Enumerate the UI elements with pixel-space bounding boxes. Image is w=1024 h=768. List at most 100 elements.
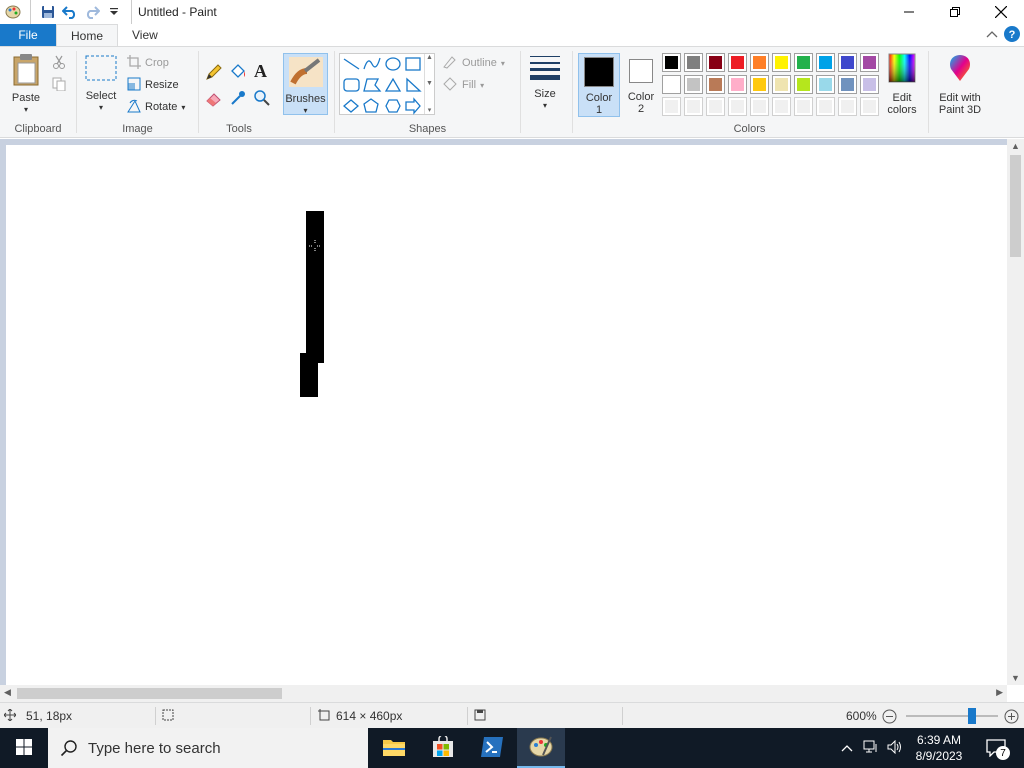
resize-button[interactable]: Resize bbox=[127, 75, 179, 95]
custom-color-slot[interactable] bbox=[750, 97, 769, 116]
text-tool-icon[interactable]: A bbox=[254, 61, 267, 82]
palette-swatch[interactable] bbox=[794, 53, 813, 72]
restore-button[interactable] bbox=[932, 0, 978, 24]
palette-swatch[interactable] bbox=[772, 53, 791, 72]
hexagon-shape-icon[interactable] bbox=[385, 99, 401, 113]
horizontal-scroll-thumb[interactable] bbox=[17, 688, 282, 699]
custom-color-slot[interactable] bbox=[728, 97, 747, 116]
tab-view[interactable]: View bbox=[118, 24, 172, 46]
edit-colors-button[interactable]: Edit colors bbox=[884, 53, 920, 116]
copy-icon[interactable] bbox=[52, 77, 66, 94]
custom-color-slot[interactable] bbox=[816, 97, 835, 116]
volume-control[interactable] bbox=[884, 728, 906, 768]
palette-swatch[interactable] bbox=[860, 75, 879, 94]
color1-button[interactable]: Color 1 bbox=[578, 53, 620, 117]
palette-swatch[interactable] bbox=[816, 75, 835, 94]
vertical-scroll-thumb[interactable] bbox=[1010, 155, 1021, 257]
customize-qat-icon[interactable] bbox=[103, 0, 125, 24]
custom-color-slot[interactable] bbox=[838, 97, 857, 116]
start-button[interactable] bbox=[0, 728, 48, 768]
palette-swatch[interactable] bbox=[662, 75, 681, 94]
redo-icon[interactable] bbox=[81, 0, 103, 24]
horizontal-scrollbar[interactable]: ◀ ▶ bbox=[0, 685, 1007, 702]
paste-button[interactable]: Paste ▾ bbox=[6, 53, 46, 117]
color-picker-icon[interactable] bbox=[229, 89, 247, 110]
edit-with-paint3d-button[interactable]: Edit with Paint 3D bbox=[932, 53, 988, 116]
scroll-left-icon[interactable]: ◀ bbox=[4, 687, 11, 698]
eraser-icon[interactable] bbox=[205, 89, 223, 110]
curve-shape-icon[interactable] bbox=[363, 57, 381, 70]
diamond-shape-icon[interactable] bbox=[343, 99, 359, 113]
taskbar-paint[interactable] bbox=[517, 728, 565, 768]
line-shape-icon[interactable] bbox=[343, 58, 360, 70]
scroll-down-icon[interactable]: ▼ bbox=[1011, 673, 1020, 683]
outline-button[interactable]: Outline ▾ bbox=[442, 53, 505, 73]
palette-swatch[interactable] bbox=[662, 53, 681, 72]
custom-color-slot[interactable] bbox=[772, 97, 791, 116]
zoom-slider-track[interactable] bbox=[906, 708, 998, 724]
color2-button[interactable]: Color 2 bbox=[623, 53, 659, 117]
drawing-canvas[interactable] bbox=[6, 145, 1007, 685]
triangle-shape-icon[interactable] bbox=[384, 77, 402, 92]
collapse-ribbon-icon[interactable] bbox=[986, 29, 998, 39]
save-icon[interactable] bbox=[37, 0, 59, 24]
tab-home[interactable]: Home bbox=[56, 24, 119, 46]
custom-color-slot[interactable] bbox=[860, 97, 879, 116]
taskbar-file-explorer[interactable] bbox=[370, 728, 418, 768]
oval-shape-icon[interactable] bbox=[385, 57, 401, 71]
palette-swatch[interactable] bbox=[750, 53, 769, 72]
palette-swatch[interactable] bbox=[728, 75, 747, 94]
undo-icon[interactable] bbox=[59, 0, 81, 24]
palette-swatch[interactable] bbox=[684, 53, 703, 72]
select-button[interactable]: Select ▾ bbox=[83, 55, 119, 114]
fill-button[interactable]: Fill ▾ bbox=[442, 75, 484, 95]
paint-app-icon[interactable] bbox=[2, 0, 24, 24]
right-triangle-shape-icon[interactable] bbox=[406, 77, 422, 92]
vertical-scrollbar[interactable]: ▲ ▼ bbox=[1007, 139, 1024, 685]
shapes-scroll-down-icon[interactable]: ▼ bbox=[426, 80, 433, 87]
magnifier-icon[interactable] bbox=[253, 89, 271, 110]
scroll-up-icon[interactable]: ▲ bbox=[1011, 141, 1020, 151]
size-button[interactable]: Size ▾ bbox=[526, 53, 564, 112]
minimize-button[interactable] bbox=[886, 0, 932, 24]
taskbar-clock[interactable]: 6:39 AM 8/9/2023 bbox=[908, 728, 970, 768]
zoom-slider-thumb[interactable] bbox=[968, 708, 977, 724]
zoom-out-icon[interactable] bbox=[882, 709, 897, 727]
custom-color-slot[interactable] bbox=[684, 97, 703, 116]
palette-swatch[interactable] bbox=[684, 75, 703, 94]
palette-swatch[interactable] bbox=[838, 75, 857, 94]
polygon-shape-icon[interactable] bbox=[363, 78, 382, 92]
cut-icon[interactable] bbox=[52, 55, 66, 72]
shapes-scroll-up-icon[interactable]: ▲ bbox=[426, 54, 433, 61]
palette-swatch[interactable] bbox=[772, 75, 791, 94]
custom-color-slot[interactable] bbox=[794, 97, 813, 116]
palette-swatch[interactable] bbox=[794, 75, 813, 94]
palette-swatch[interactable] bbox=[728, 53, 747, 72]
crop-button[interactable]: Crop bbox=[127, 53, 169, 73]
rectangle-shape-icon[interactable] bbox=[405, 57, 421, 71]
zoom-in-icon[interactable] bbox=[1004, 709, 1019, 727]
palette-swatch[interactable] bbox=[838, 53, 857, 72]
tab-file[interactable]: File bbox=[0, 24, 56, 46]
help-icon[interactable]: ? bbox=[1004, 26, 1020, 42]
taskbar-powershell[interactable] bbox=[468, 728, 516, 768]
taskbar-store[interactable] bbox=[419, 728, 467, 768]
shapes-scroll[interactable]: ▲ ▼ ▾ bbox=[424, 54, 434, 114]
palette-swatch[interactable] bbox=[860, 53, 879, 72]
palette-swatch[interactable] bbox=[750, 75, 769, 94]
custom-color-slot[interactable] bbox=[662, 97, 681, 116]
rotate-button[interactable]: Rotate ▾ bbox=[127, 97, 185, 117]
palette-swatch[interactable] bbox=[816, 53, 835, 72]
scroll-right-icon[interactable]: ▶ bbox=[996, 687, 1003, 698]
palette-swatch[interactable] bbox=[706, 53, 725, 72]
network-status[interactable] bbox=[860, 728, 882, 768]
custom-color-slot[interactable] bbox=[706, 97, 725, 116]
brushes-button[interactable]: Brushes ▾ bbox=[283, 53, 328, 115]
pencil-icon[interactable] bbox=[205, 63, 223, 84]
palette-swatch[interactable] bbox=[706, 75, 725, 94]
shapes-expand-icon[interactable]: ▾ bbox=[428, 106, 432, 114]
right-arrow-shape-icon[interactable] bbox=[405, 97, 421, 115]
fill-bucket-icon[interactable] bbox=[229, 63, 247, 84]
action-center-button[interactable]: 7 bbox=[978, 728, 1014, 768]
rounded-rectangle-shape-icon[interactable] bbox=[343, 78, 360, 92]
